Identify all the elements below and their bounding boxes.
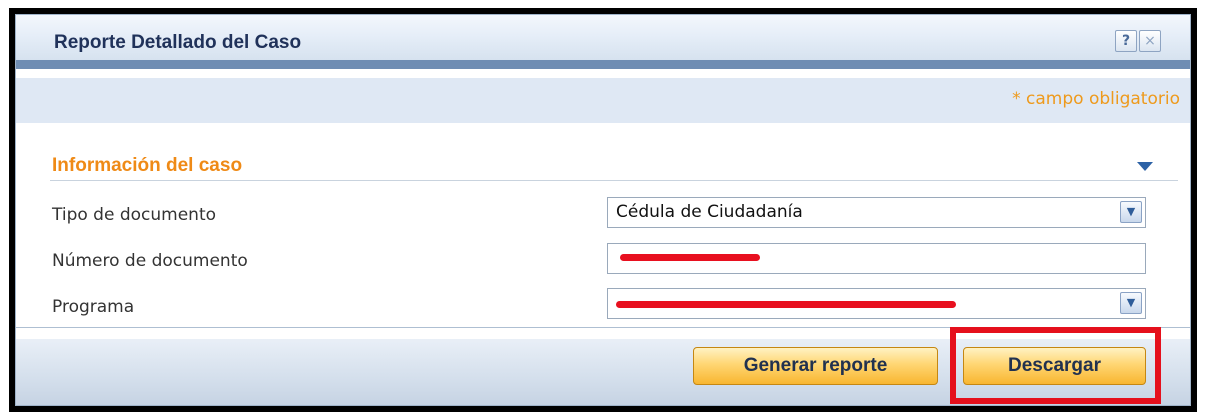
tipo-documento-value: Cédula de Ciudadanía <box>616 202 803 222</box>
help-icon[interactable]: ? <box>1115 30 1137 52</box>
redaction-mark <box>620 254 760 261</box>
dropdown-arrow-icon[interactable]: ▼ <box>1120 201 1142 223</box>
dialog-title: Reporte Detallado del Caso <box>54 32 302 53</box>
section-title: Información del caso <box>52 155 243 176</box>
programa-select[interactable]: ▼ <box>607 288 1146 319</box>
required-note: * campo obligatorio <box>1012 89 1180 109</box>
numero-documento-input[interactable] <box>607 243 1146 274</box>
close-icon[interactable]: × <box>1139 30 1161 52</box>
generate-report-button[interactable]: Generar reporte <box>693 347 938 385</box>
dialog-titlebar[interactable]: Reporte Detallado del Caso ? × <box>16 15 1190 69</box>
tipo-documento-select[interactable]: Cédula de Ciudadanía ▼ <box>607 197 1146 228</box>
collapse-arrow-icon[interactable] <box>1137 162 1153 171</box>
section-divider <box>50 180 1178 181</box>
required-fields-strip: * campo obligatorio <box>16 78 1190 123</box>
numero-documento-label: Número de documento <box>52 251 248 271</box>
dropdown-arrow-icon[interactable]: ▼ <box>1120 292 1142 314</box>
redaction-mark <box>616 301 956 308</box>
programa-label: Programa <box>52 297 135 317</box>
tipo-documento-label: Tipo de documento <box>52 205 217 225</box>
download-highlight-box <box>950 327 1161 404</box>
